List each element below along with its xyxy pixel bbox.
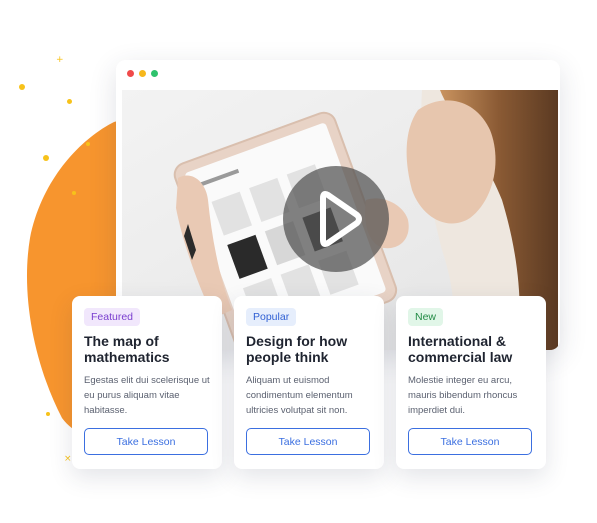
take-lesson-button[interactable]: Take Lesson bbox=[246, 428, 370, 455]
play-icon bbox=[320, 191, 362, 247]
decorative-dot bbox=[67, 99, 72, 104]
window-maximize-dot[interactable] bbox=[151, 70, 158, 77]
new-badge: New bbox=[408, 308, 444, 326]
course-description: Egestas elit dui scelerisque ut eu purus… bbox=[84, 375, 210, 416]
take-lesson-button[interactable]: Take Lesson bbox=[84, 428, 208, 455]
decorative-dot bbox=[46, 412, 50, 416]
course-title: Design for how people think bbox=[246, 333, 348, 365]
course-card: Featured The map of mathematics Egestas … bbox=[72, 296, 222, 469]
window-titlebar bbox=[116, 60, 560, 90]
course-description: Molestie integer eu arcu, mauris bibendu… bbox=[408, 375, 518, 416]
play-button[interactable] bbox=[283, 166, 389, 272]
sparkle-decoration: + bbox=[56, 55, 64, 65]
course-title: The map of mathematics bbox=[84, 333, 170, 365]
decorative-dot bbox=[72, 191, 76, 195]
decorative-dot bbox=[43, 155, 49, 161]
popular-badge: Popular bbox=[246, 308, 297, 326]
featured-badge: Featured bbox=[84, 308, 141, 326]
window-minimize-dot[interactable] bbox=[139, 70, 146, 77]
course-card: New International & commercial law Moles… bbox=[396, 296, 546, 469]
course-card: Popular Design for how people think Aliq… bbox=[234, 296, 384, 469]
course-description: Aliquam ut euismod condimentum elementum… bbox=[246, 375, 353, 416]
course-title: International & commercial law bbox=[408, 333, 513, 365]
take-lesson-button[interactable]: Take Lesson bbox=[408, 428, 532, 455]
decorative-dot bbox=[86, 142, 90, 146]
sparkle-decoration: × bbox=[64, 454, 72, 464]
window-close-dot[interactable] bbox=[127, 70, 134, 77]
decorative-dot bbox=[19, 84, 25, 90]
